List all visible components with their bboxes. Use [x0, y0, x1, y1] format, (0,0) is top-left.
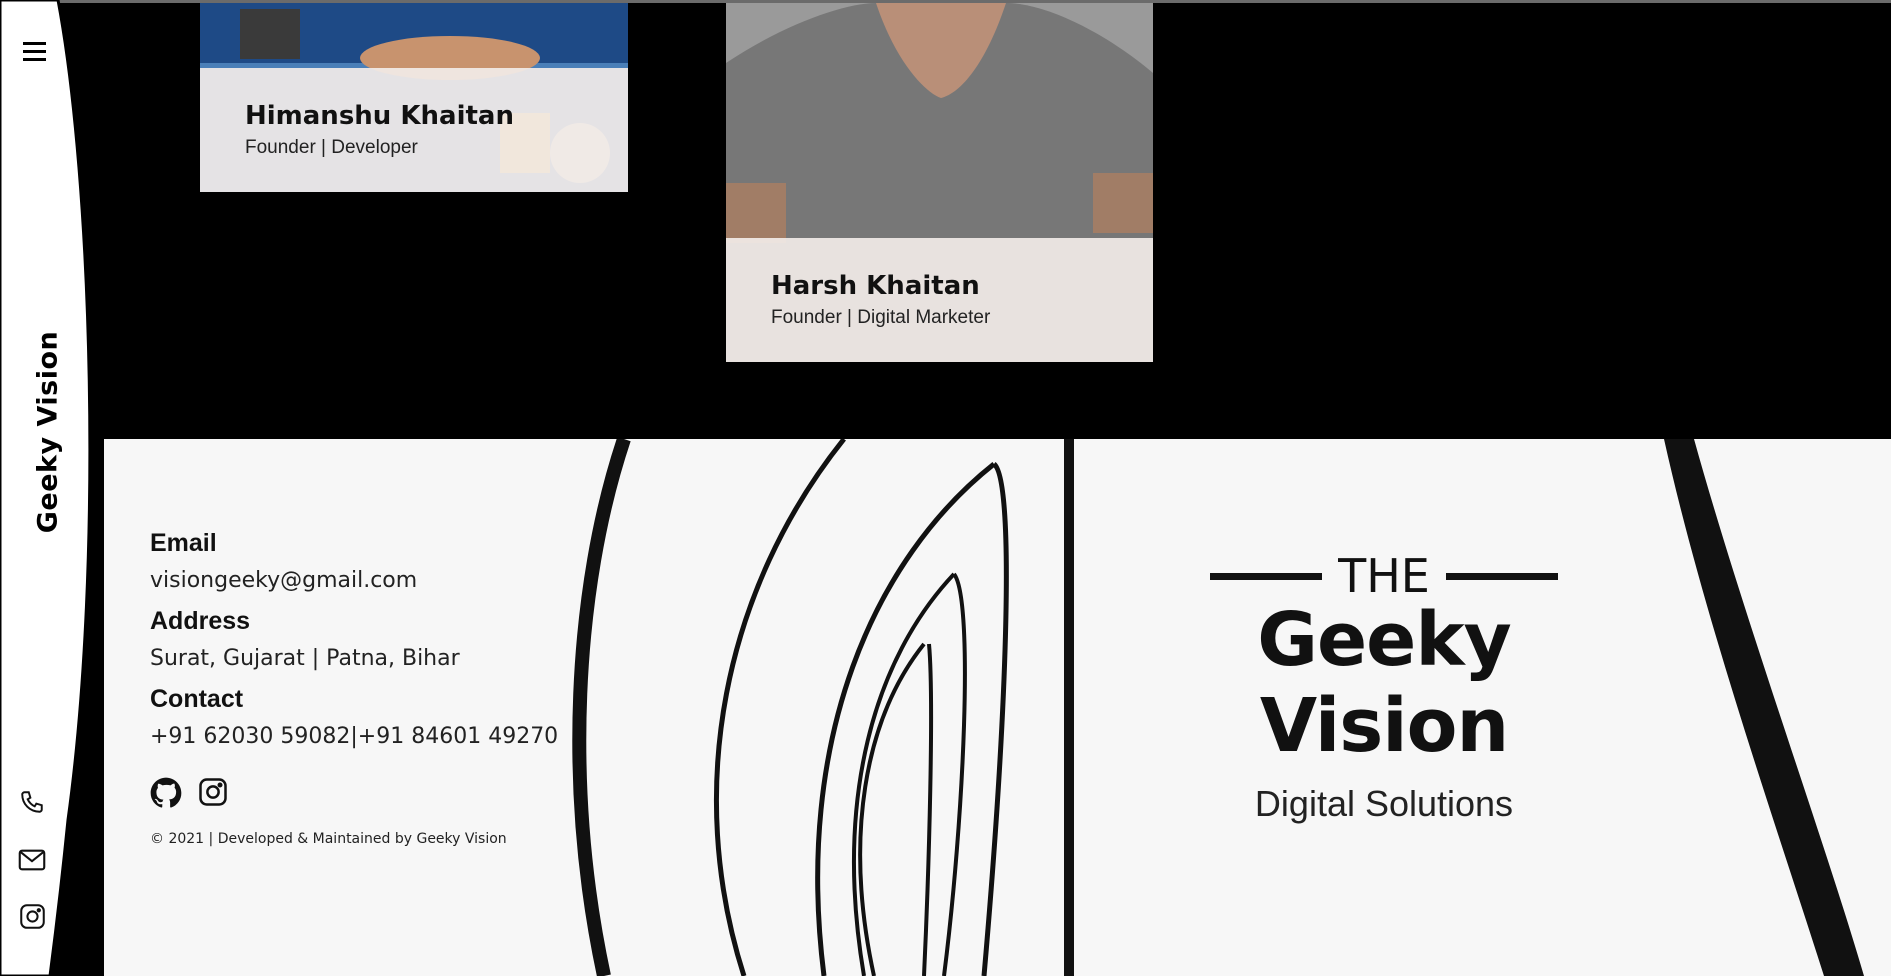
team-member-role: Founder | Digital Marketer [771, 307, 991, 328]
footer: Email visiongeeky@gmail.com Address Sura… [104, 439, 1891, 976]
brand-logo: THE Geeky Vision Digital Solutions [1134, 549, 1634, 825]
instagram-link[interactable] [15, 899, 49, 933]
instagram-footer-link[interactable] [198, 777, 230, 809]
phone-link[interactable] [15, 785, 49, 819]
contact-info: Email visiongeeky@gmail.com Address Sura… [150, 529, 558, 847]
menu-icon-bar [23, 57, 46, 61]
contact-label: Contact [150, 685, 244, 713]
email-link[interactable] [15, 843, 49, 877]
copyright-text: © 2021 | Developed & Maintained by Geeky… [150, 831, 507, 847]
github-link[interactable] [150, 777, 182, 809]
address-label: Address [150, 607, 251, 635]
logo-divider [1445, 572, 1558, 580]
team-card: Harsh Khaitan Founder | Digital Marketer [726, 3, 1153, 362]
sidebar-brand-name: Geeky Vision [32, 330, 64, 534]
team-member-name: Harsh Khaitan [771, 271, 980, 301]
email-value[interactable]: visiongeeky@gmail.com [150, 568, 558, 593]
team-card-info: Himanshu Khaitan Founder | Developer [200, 68, 628, 192]
team-member-name: Himanshu Khaitan [245, 101, 514, 131]
menu-icon-bar [23, 49, 46, 53]
logo-name: Geeky Vision [1257, 597, 1512, 769]
logo-prefix-row: THE [1134, 549, 1634, 603]
menu-icon [23, 41, 46, 45]
instagram-icon [199, 778, 227, 806]
logo-tagline: Digital Solutions [1254, 783, 1514, 824]
logo-divider [1210, 572, 1323, 580]
logo-prefix: THE [1338, 549, 1430, 603]
menu-toggle-button[interactable] [20, 36, 50, 66]
github-icon [150, 777, 182, 808]
team-card: Himanshu Khaitan Founder | Developer [200, 3, 628, 192]
phone-icon [21, 791, 43, 813]
team-card-info: Harsh Khaitan Founder | Digital Marketer [726, 238, 1153, 362]
instagram-icon [19, 903, 45, 929]
email-label: Email [150, 529, 217, 557]
address-value: Surat, Gujarat | Patna, Bihar [150, 646, 460, 671]
contact-value[interactable]: +91 62030 59082|+91 84601 49270 [150, 724, 558, 749]
footer-social-links [150, 777, 558, 809]
mail-icon [18, 849, 46, 871]
team-member-role: Founder | Developer [245, 137, 418, 158]
